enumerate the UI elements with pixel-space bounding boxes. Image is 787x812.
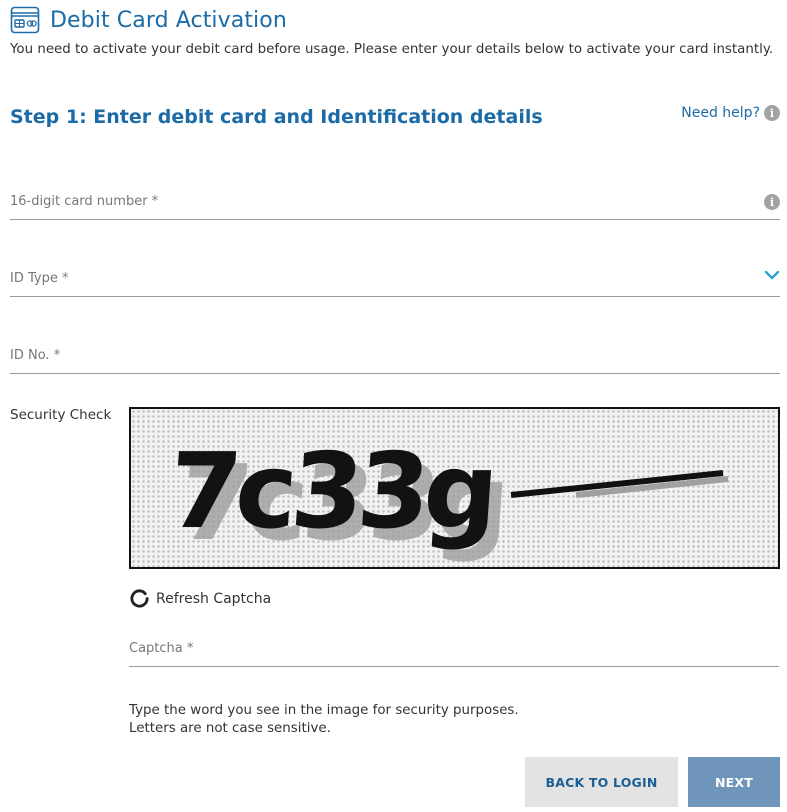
captcha-main-text: 7c33g	[165, 430, 497, 552]
refresh-captcha-label: Refresh Captcha	[156, 590, 272, 607]
page-header: Debit Card Activation	[10, 6, 287, 34]
need-help-label: Need help?	[681, 105, 760, 121]
chevron-down-icon[interactable]	[764, 267, 780, 287]
back-to-login-button[interactable]: BACK TO LOGIN	[525, 757, 678, 807]
info-icon: i	[764, 105, 780, 121]
info-icon[interactable]: i	[764, 194, 780, 210]
intro-text: You need to activate your debit card bef…	[10, 42, 774, 57]
id-type-select[interactable]	[10, 271, 730, 286]
captcha-hint-line-2: Letters are not case sensitive.	[129, 721, 331, 736]
refresh-icon	[130, 589, 149, 608]
step-title: Step 1: Enter debit card and Identificat…	[10, 106, 543, 128]
page-title: Debit Card Activation	[50, 7, 287, 33]
captcha-input[interactable]	[129, 641, 787, 656]
captcha-hint-line-1: Type the word you see in the image for s…	[129, 703, 519, 718]
captcha-field	[129, 627, 787, 667]
security-check-label: Security Check	[10, 407, 112, 423]
id-number-input[interactable]	[10, 348, 730, 363]
id-number-field	[10, 334, 780, 374]
refresh-captcha-button[interactable]: Refresh Captcha	[129, 588, 271, 609]
captcha-hint: Type the word you see in the image for s…	[129, 702, 519, 738]
need-help-link[interactable]: Need help? i	[681, 105, 780, 121]
card-number-field: i	[10, 180, 780, 220]
id-type-field[interactable]	[10, 257, 780, 297]
credit-card-icon	[10, 6, 40, 34]
next-button[interactable]: NEXT	[688, 757, 780, 807]
card-number-input[interactable]	[10, 194, 730, 209]
captcha-image: 7c33g 7c33g	[129, 407, 780, 569]
